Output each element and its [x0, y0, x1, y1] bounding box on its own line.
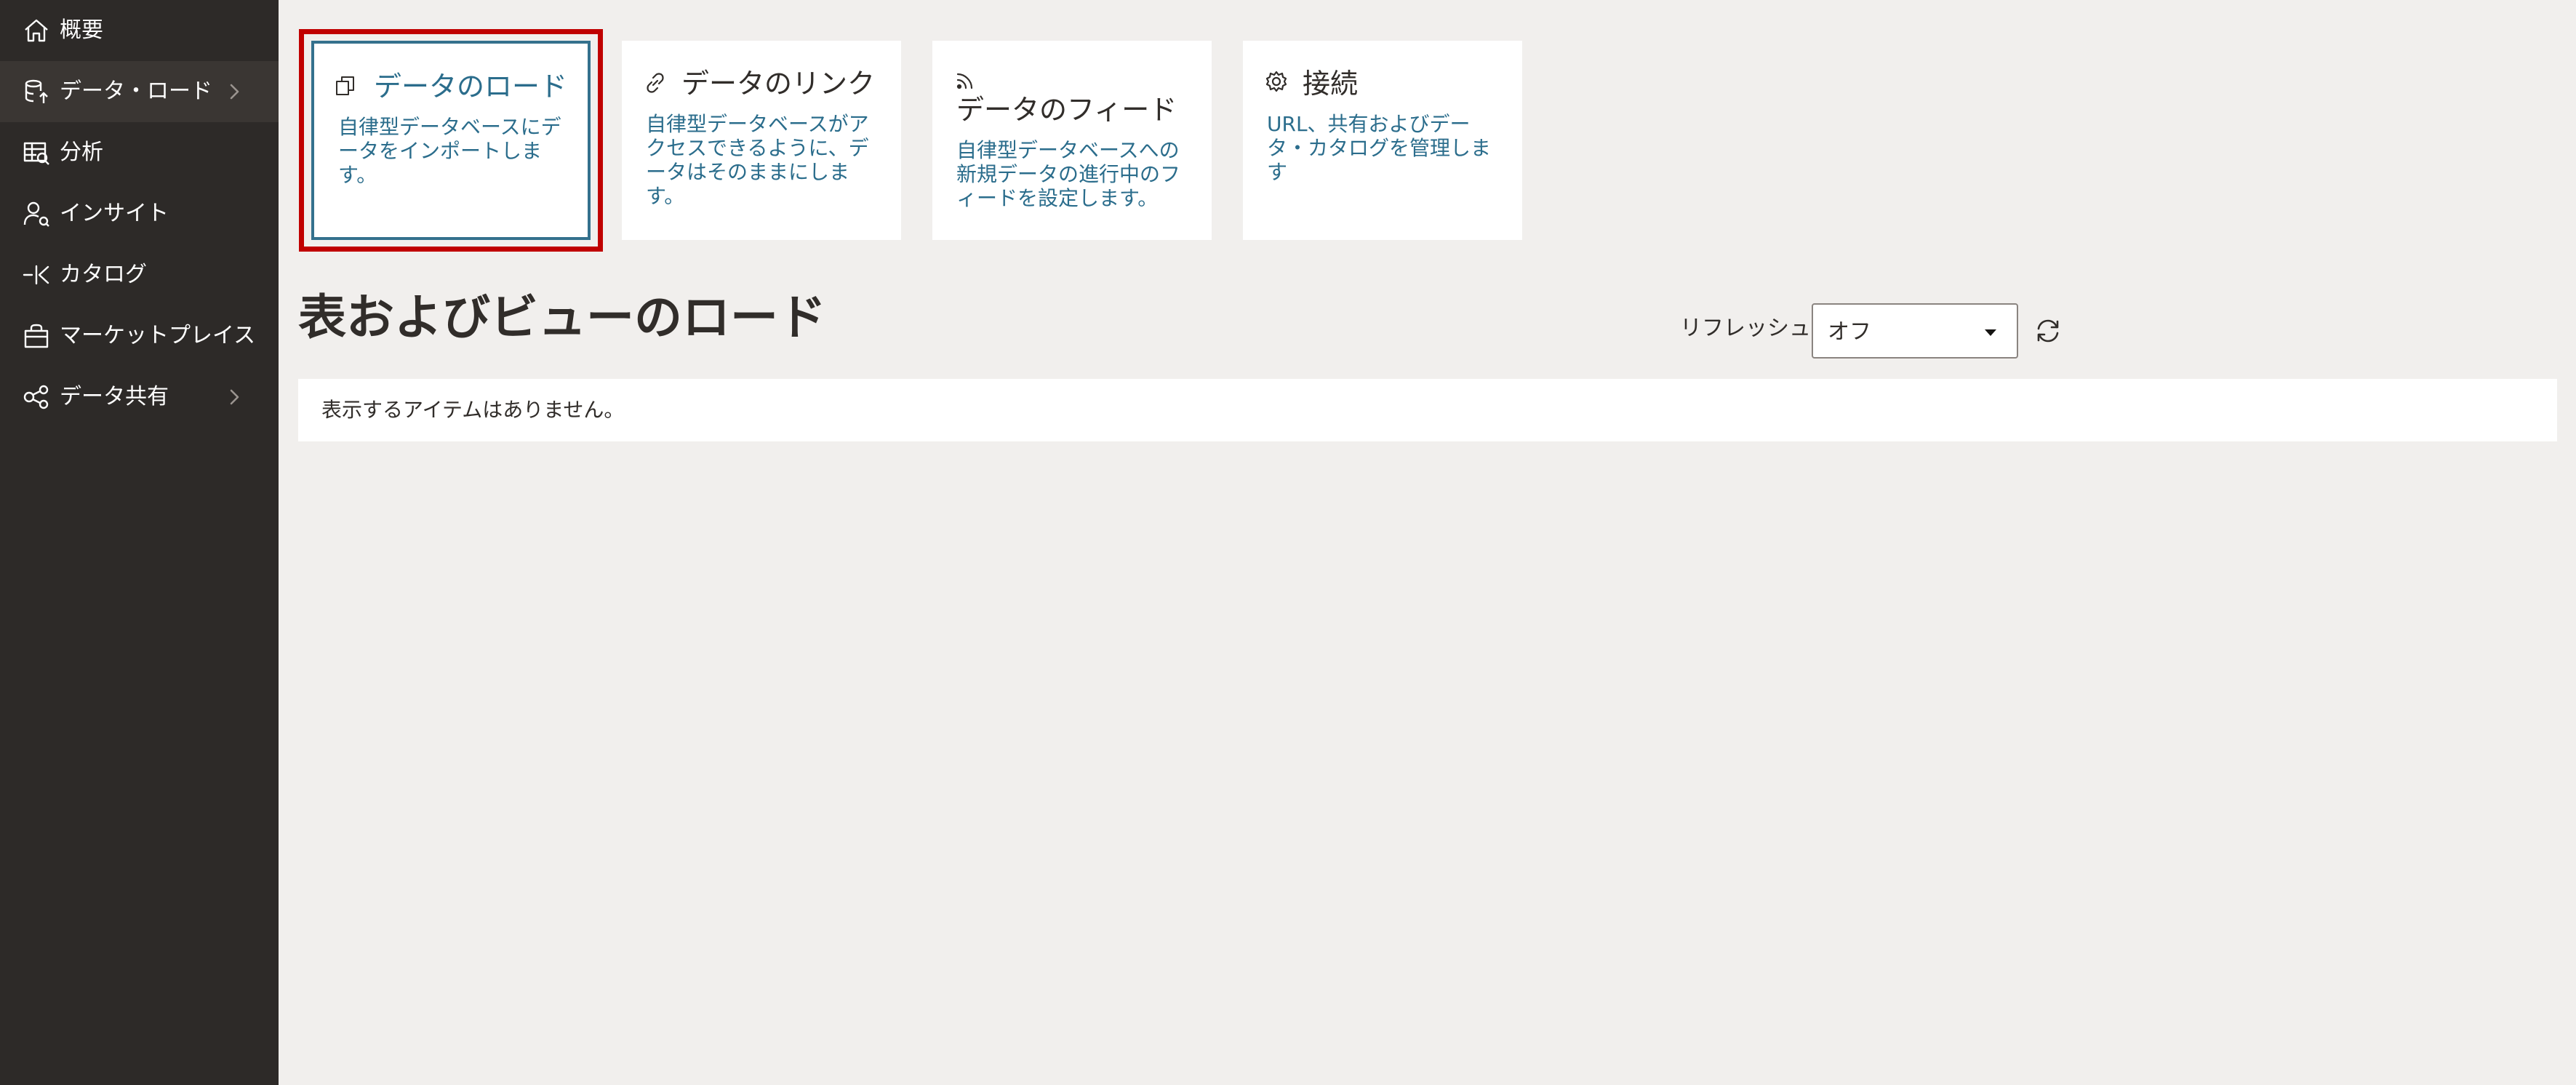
card-title: 接続	[1303, 68, 1359, 100]
refresh-label: リフレッシュ	[1680, 316, 1811, 341]
card-description: 自律型データベースにデータをインポートします。	[338, 115, 561, 187]
refresh-select-value: オフ	[1828, 319, 1871, 345]
card-description: 自律型データベースへの新規データの進行中のフィードを設定します。	[956, 138, 1181, 210]
sidebar: 概要 データ・ロード 分析 インサイト カタログ マーケットプレイス データ共有	[0, 0, 279, 1085]
sidebar-item-insights[interactable]: インサイト	[0, 183, 279, 244]
sidebar-item-catalog[interactable]: カタログ	[0, 244, 279, 305]
sidebar-item-overview[interactable]: 概要	[0, 0, 279, 61]
card-load-data[interactable]: データのロード 自律型データベースにデータをインポートします。	[311, 41, 591, 240]
caret-down-icon	[1979, 321, 2002, 344]
catalog-icon	[22, 260, 51, 289]
empty-state-message: 表示するアイテムはありません。	[321, 398, 625, 422]
card-feed-data[interactable]: データのフィード 自律型データベースへの新規データの進行中のフィードを設定します…	[932, 41, 1212, 240]
sidebar-item-label: 分析	[60, 140, 103, 165]
app-window: 概要 データ・ロード 分析 インサイト カタログ マーケットプレイス データ共有…	[0, 0, 2576, 1085]
results-panel: 表示するアイテムはありません。	[298, 379, 2557, 441]
feed-icon	[954, 68, 977, 92]
refresh-icon	[2037, 319, 2059, 343]
sidebar-item-analytics[interactable]: 分析	[0, 122, 279, 183]
sidebar-item-label: インサイト	[60, 201, 169, 226]
card-title: データのロード	[374, 71, 568, 103]
sidebar-item-label: 概要	[60, 17, 103, 43]
page-title: 表およびビューのロード	[298, 289, 826, 345]
link-icon	[644, 71, 667, 95]
sidebar-item-label: データ・ロード	[60, 79, 212, 104]
card-description: 自律型データベースがアクセスできるように、データはそのままにします。	[646, 112, 869, 208]
sidebar-item-marketplace[interactable]: マーケットプレイス	[0, 305, 279, 367]
chevron-right-icon	[223, 80, 246, 103]
sidebar-item-label: カタログ	[60, 262, 147, 287]
insights-icon	[22, 199, 51, 228]
sidebar-item-label: データ共有	[60, 384, 169, 409]
card-link-data[interactable]: データのリンク 自律型データベースがアクセスできるように、データはそのままにしま…	[622, 41, 901, 240]
gear-icon	[1265, 70, 1288, 93]
sidebar-item-data-share[interactable]: データ共有	[0, 367, 279, 428]
main-content: データのロード 自律型データベースにデータをインポートします。 データのリンク …	[279, 0, 2576, 1085]
chevron-right-icon	[223, 385, 246, 409]
marketplace-icon	[22, 321, 51, 351]
sidebar-item-data-load[interactable]: データ・ロード	[0, 61, 279, 122]
card-connections[interactable]: 接続 URL、共有およびデータ・カタログを管理します	[1243, 41, 1522, 240]
data-share-icon	[22, 383, 51, 412]
data-load-icon	[22, 77, 51, 106]
refresh-interval-select[interactable]: オフ	[1812, 303, 2018, 359]
home-icon	[22, 16, 51, 45]
copy-icon	[334, 74, 357, 97]
card-description: URL、共有およびデータ・カタログを管理します	[1267, 112, 1492, 184]
analytics-icon	[22, 138, 51, 167]
card-title: データのリンク	[681, 68, 876, 100]
card-title: データのフィード	[956, 94, 1177, 126]
refresh-button[interactable]	[2031, 314, 2065, 348]
sidebar-item-label: マーケットプレイス	[60, 323, 256, 348]
